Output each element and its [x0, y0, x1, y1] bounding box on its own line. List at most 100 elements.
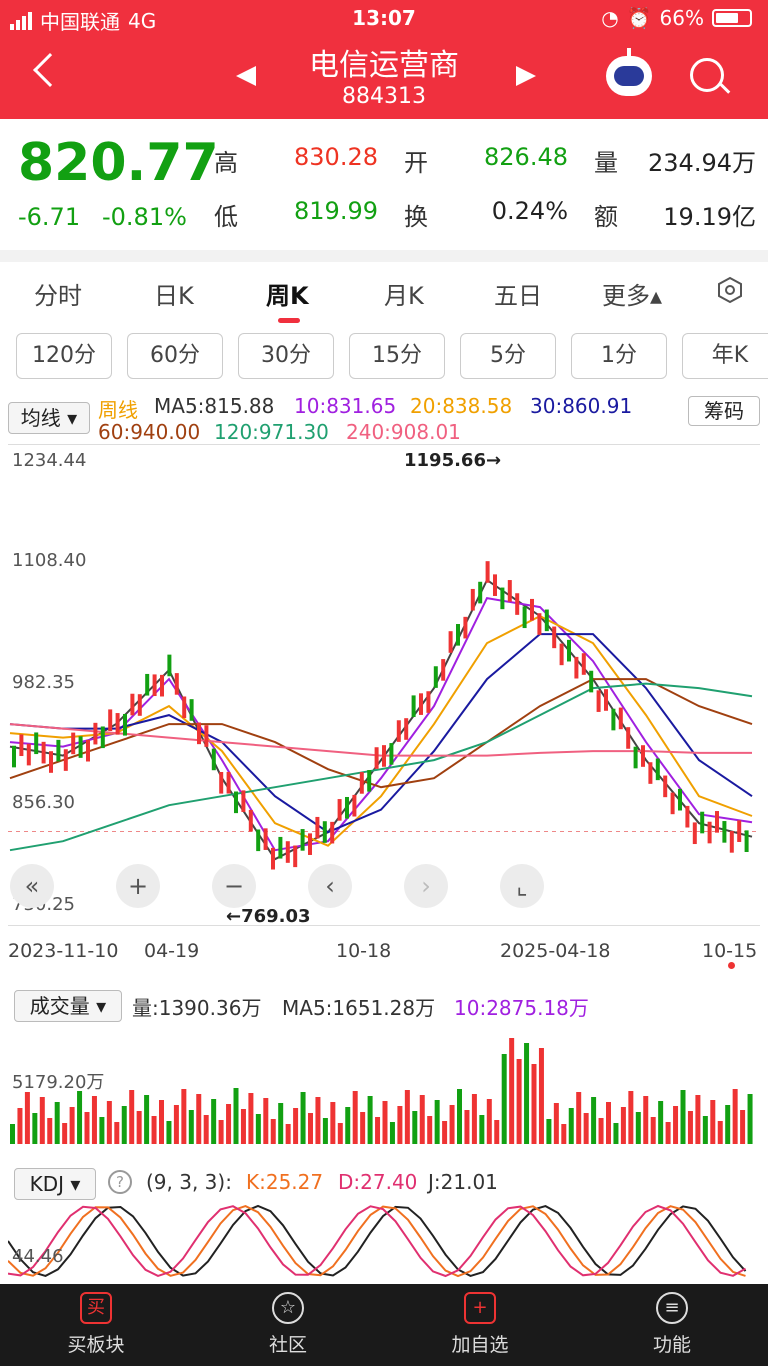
candle [182, 696, 187, 719]
period-15min[interactable]: 15分 [349, 333, 445, 379]
bottom-functions[interactable]: ≡ 功能 [612, 1292, 732, 1357]
candle [396, 720, 401, 742]
help-icon[interactable]: ? [108, 1170, 132, 1194]
tab-intraday[interactable]: 分时 [34, 276, 82, 311]
candle [248, 809, 253, 832]
volume-bar [233, 1088, 239, 1144]
candle [100, 726, 105, 749]
volume-bar [442, 1121, 448, 1144]
candle [174, 673, 179, 695]
tab-weekly[interactable]: 周K [266, 276, 309, 311]
bottom-add-watchlist[interactable]: + 加自选 [420, 1292, 540, 1357]
volume-bar [121, 1106, 127, 1144]
menu-icon: ≡ [656, 1292, 688, 1324]
volume-bar [188, 1110, 194, 1144]
volume-value: 234.94万 [648, 149, 756, 177]
battery-icon [712, 9, 752, 27]
rewind-icon[interactable]: « [10, 864, 54, 908]
volume-bar [300, 1092, 306, 1144]
tab-five-day[interactable]: 五日 [494, 276, 542, 311]
period-buttons: 120分 60分 30分 15分 5分 1分 年K [0, 333, 768, 383]
volume-bar [546, 1119, 552, 1144]
period-5min[interactable]: 5分 [460, 333, 556, 379]
candle [648, 762, 653, 784]
volume-bar [613, 1123, 619, 1144]
bottom-buy-sector[interactable]: 买 买板块 [36, 1292, 156, 1357]
volume-bar [419, 1095, 425, 1144]
candle [234, 791, 238, 814]
volume-bar [538, 1048, 544, 1144]
ma5-value: MA5:815.88 [154, 394, 275, 418]
period-60min[interactable]: 60分 [127, 333, 223, 379]
volume-bar [196, 1094, 202, 1144]
volume-bar [248, 1093, 254, 1144]
period-yearly[interactable]: 年K [682, 333, 768, 379]
volume-bar [620, 1107, 626, 1144]
bottom-community[interactable]: ☆ 社区 [228, 1292, 348, 1357]
add-icon: + [464, 1292, 496, 1324]
volume-bar [732, 1089, 738, 1144]
open-value: 826.48 [484, 143, 568, 171]
fullscreen-icon[interactable]: ⌞ [500, 864, 544, 908]
candle [567, 639, 571, 662]
candle [707, 821, 712, 844]
volume-bar [62, 1123, 68, 1144]
assistant-robot-icon[interactable] [606, 48, 652, 96]
scroll-left-icon[interactable]: ‹ [308, 864, 352, 908]
volume-bar [687, 1111, 693, 1144]
scroll-right-icon[interactable]: › [404, 864, 448, 908]
volume-bar [673, 1106, 679, 1144]
period-30min[interactable]: 30分 [238, 333, 334, 379]
volume-bar [702, 1116, 708, 1144]
volume-bar [10, 1124, 15, 1144]
volume-bar [330, 1102, 336, 1144]
bottom-label-add: 加自选 [451, 1334, 509, 1356]
volume-bar [397, 1106, 403, 1144]
volume-bar [337, 1123, 343, 1144]
bottom-label-community: 社区 [268, 1334, 307, 1356]
kdj-d: D:27.40 [338, 1170, 418, 1194]
volume-chart[interactable] [8, 1024, 760, 1148]
volume-bar [166, 1121, 172, 1144]
volume-bar [136, 1111, 142, 1144]
volume-bar [531, 1064, 537, 1144]
amount-value: 19.19亿 [663, 203, 756, 231]
volume-bar [598, 1118, 604, 1144]
zoom-in-icon[interactable]: + [116, 864, 160, 908]
x-tick-1: 2023-11-10 [8, 940, 119, 962]
volume-bar [382, 1101, 388, 1144]
tab-monthly[interactable]: 月K [384, 276, 424, 311]
ma30-value: 30:860.91 [530, 394, 633, 418]
period-1min[interactable]: 1分 [571, 333, 667, 379]
volume-bar [240, 1109, 246, 1144]
candle [463, 616, 468, 639]
chips-button[interactable]: 筹码 [688, 396, 760, 426]
volume-bar [144, 1095, 150, 1144]
volume-selector[interactable]: 成交量 ▾ [14, 990, 122, 1022]
period-120min[interactable]: 120分 [16, 333, 112, 379]
volume-bar [747, 1094, 753, 1144]
bottom-label-func: 功能 [652, 1334, 691, 1356]
kdj-chart[interactable] [8, 1196, 760, 1284]
tab-daily[interactable]: 日K [154, 276, 194, 311]
candle [500, 587, 505, 610]
divider [0, 250, 768, 262]
candle [544, 609, 549, 632]
next-stock-icon[interactable] [516, 66, 536, 86]
candle [189, 699, 194, 721]
kline-chart[interactable] [8, 444, 760, 926]
settings-hex-icon[interactable] [716, 276, 744, 304]
volume-bar [464, 1110, 470, 1144]
ma-selector[interactable]: 均线 ▾ [8, 402, 90, 434]
volume-bar [725, 1105, 731, 1144]
zoom-out-icon[interactable]: − [212, 864, 256, 908]
kdj-line-1 [8, 1205, 746, 1278]
volume-bar [77, 1091, 83, 1144]
volume-value: 量:1390.36万 [132, 996, 262, 1020]
candle [522, 606, 527, 629]
high-label: 高 [214, 149, 238, 177]
candle [241, 790, 246, 812]
search-icon[interactable] [690, 58, 724, 92]
tab-more[interactable]: 更多▴ [602, 276, 662, 311]
volume-bar [47, 1118, 53, 1144]
